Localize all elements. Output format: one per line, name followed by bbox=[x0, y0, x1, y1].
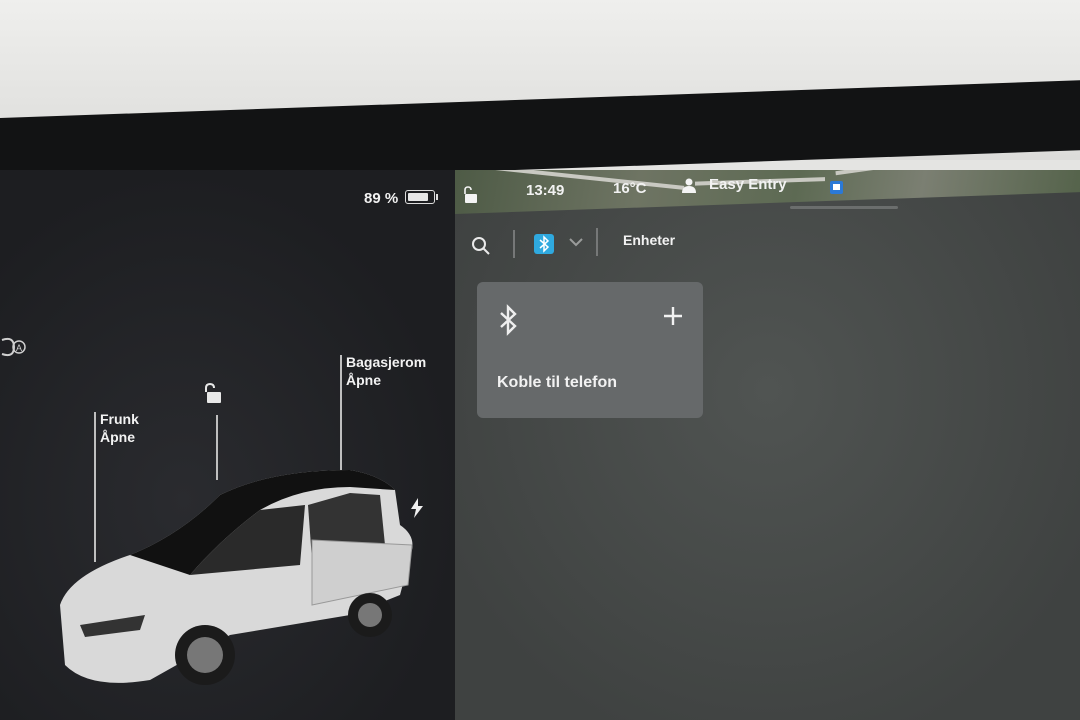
toolbar-divider bbox=[513, 230, 515, 258]
temperature: 16°C bbox=[613, 180, 647, 197]
chevron-down-icon[interactable] bbox=[569, 237, 583, 247]
trunk-pointer-line bbox=[340, 355, 342, 475]
bluetooth-icon bbox=[500, 304, 517, 336]
car-panel: 89 % A Frunk Åpne Bagasjerom Åpne bbox=[0, 170, 460, 720]
toolbar-divider bbox=[596, 228, 598, 256]
battery-icon bbox=[405, 190, 438, 204]
driver-profile[interactable]: Easy Entry bbox=[709, 176, 787, 193]
lock-open-icon[interactable] bbox=[463, 186, 479, 204]
person-icon[interactable] bbox=[682, 178, 696, 194]
charge-bolt-icon bbox=[411, 498, 423, 518]
connect-phone-card[interactable]: Koble til telefon bbox=[477, 282, 703, 418]
lock-open-icon[interactable] bbox=[203, 382, 225, 404]
plus-icon[interactable] bbox=[663, 306, 683, 326]
headlight-icon: A bbox=[1, 337, 26, 357]
svg-text:A: A bbox=[16, 343, 22, 353]
panel-drag-handle[interactable] bbox=[790, 206, 898, 209]
trunk-open-button[interactable]: Åpne bbox=[346, 372, 381, 388]
bluetooth-button[interactable] bbox=[534, 234, 554, 254]
search-icon[interactable] bbox=[471, 236, 491, 256]
frunk-open-button[interactable]: Åpne bbox=[100, 429, 135, 445]
touchscreen: 89 % A Frunk Åpne Bagasjerom Åpne 13:49 … bbox=[0, 170, 1080, 720]
car-render bbox=[60, 470, 413, 685]
frunk-label: Frunk bbox=[100, 411, 139, 427]
clock: 13:49 bbox=[526, 182, 565, 199]
connect-phone-label: Koble til telefon bbox=[497, 374, 617, 391]
battery-percent: 89 % bbox=[364, 190, 399, 207]
tab-devices[interactable]: Enheter bbox=[623, 232, 675, 248]
bluetooth-icon bbox=[539, 235, 550, 253]
bus-stop-icon bbox=[830, 181, 843, 194]
trunk-label: Bagasjerom bbox=[346, 354, 427, 370]
